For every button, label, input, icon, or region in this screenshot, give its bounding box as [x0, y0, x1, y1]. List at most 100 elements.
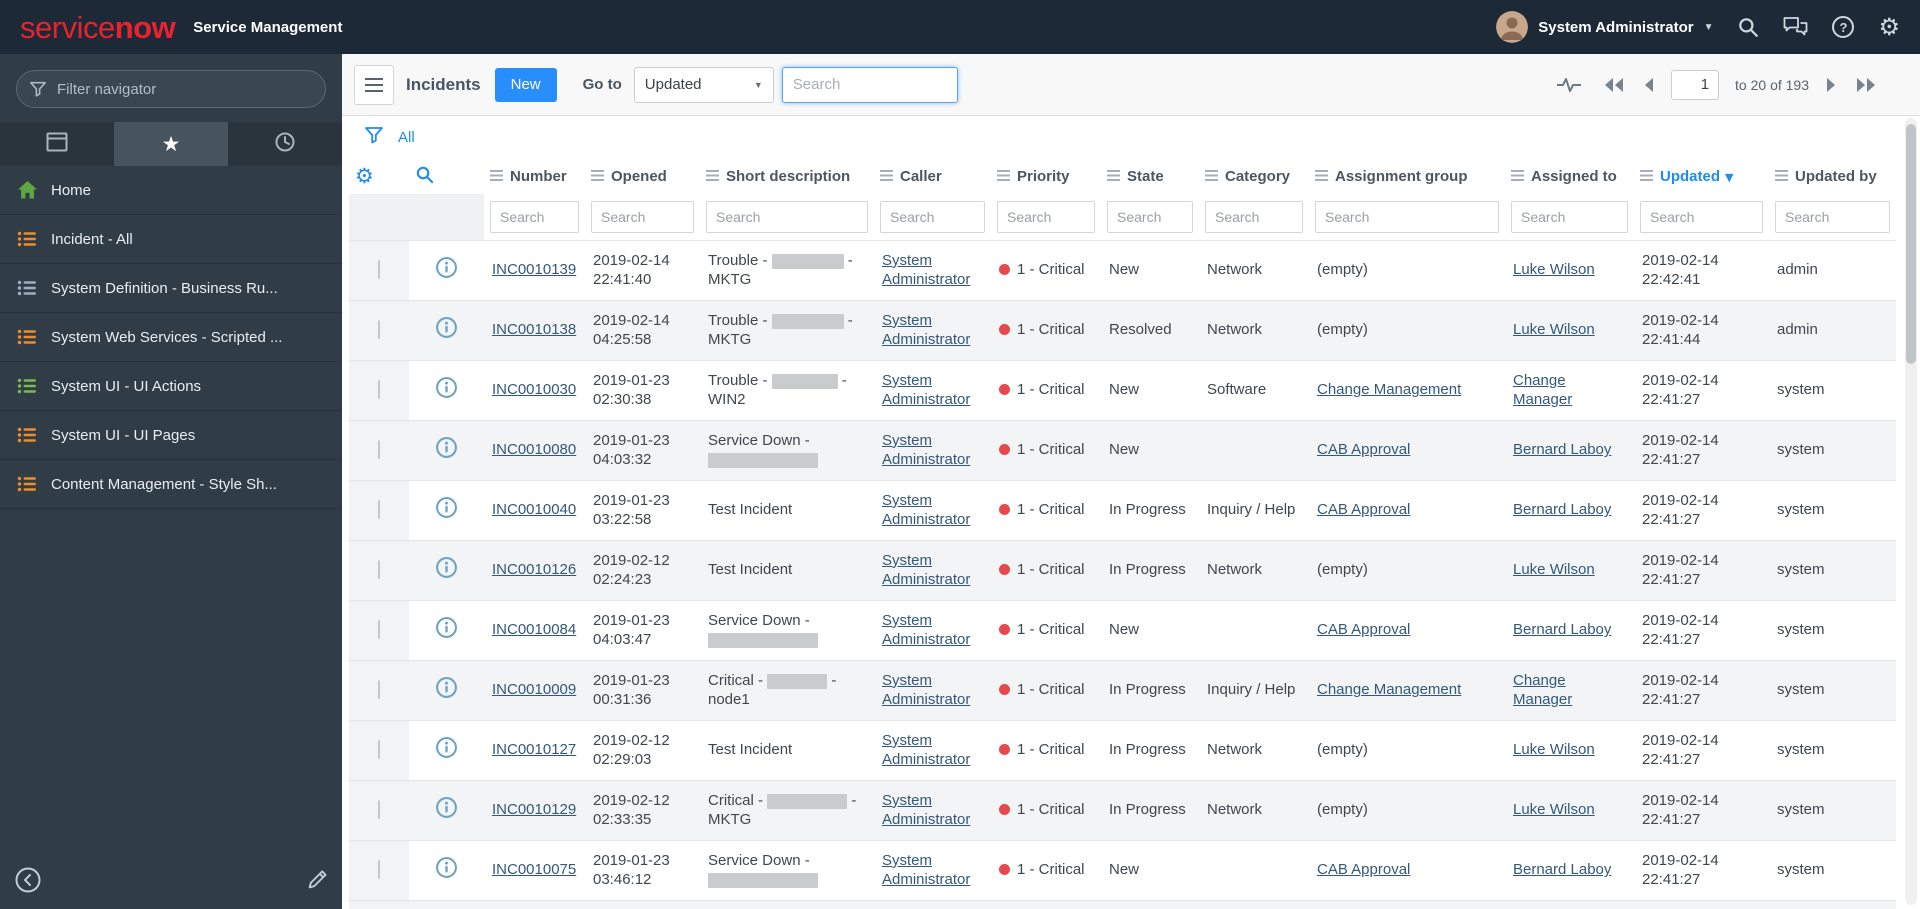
row-checkbox[interactable] — [378, 380, 380, 400]
column-header-label[interactable]: Number — [510, 168, 567, 185]
sidebar-item[interactable]: System Definition - Business Ru... — [0, 264, 342, 313]
record-preview-info-icon[interactable] — [435, 676, 458, 703]
column-search-input[interactable] — [490, 200, 579, 233]
record-preview-info-icon[interactable] — [435, 496, 458, 523]
column-header-label[interactable]: Assigned to — [1531, 168, 1617, 185]
assigned-to-link[interactable]: Luke Wilson — [1513, 801, 1595, 818]
column-context-icon[interactable] — [706, 169, 719, 181]
column-search-input[interactable] — [591, 200, 694, 233]
column-search-input[interactable] — [1775, 200, 1890, 233]
row-checkbox[interactable] — [378, 320, 380, 340]
chat-icon[interactable] — [1783, 16, 1808, 38]
incident-number-link[interactable]: INC0010084 — [492, 621, 576, 638]
column-context-icon[interactable] — [1315, 169, 1328, 181]
assignment-group-link[interactable]: Change Management — [1317, 681, 1461, 698]
incident-number-link[interactable]: INC0010129 — [492, 801, 576, 818]
caller-link[interactable]: System Administrator — [882, 732, 970, 768]
assigned-to-link[interactable]: Bernard Laboy — [1513, 861, 1611, 878]
scrollbar-thumb[interactable] — [1906, 124, 1916, 364]
vertical-scrollbar[interactable] — [1905, 118, 1917, 905]
column-context-icon[interactable] — [490, 169, 503, 181]
column-search-input[interactable] — [1511, 200, 1628, 233]
caller-link[interactable]: System Administrator — [882, 612, 970, 648]
record-preview-info-icon[interactable] — [435, 796, 458, 823]
help-icon[interactable]: ? — [1832, 16, 1855, 38]
search-icon[interactable] — [1737, 16, 1759, 38]
assignment-group-link[interactable]: Change Management — [1317, 381, 1461, 398]
caller-link[interactable]: System Administrator — [882, 852, 970, 888]
assignment-group-link[interactable]: CAB Approval — [1317, 621, 1410, 638]
assignment-group-link[interactable]: CAB Approval — [1317, 441, 1410, 458]
edit-favorites-pencil-icon[interactable] — [307, 869, 328, 895]
incident-number-link[interactable]: INC0010127 — [492, 741, 576, 758]
column-context-icon[interactable] — [997, 169, 1010, 181]
assigned-to-link[interactable]: Bernard Laboy — [1513, 441, 1611, 458]
incident-number-link[interactable]: INC0010009 — [492, 681, 576, 698]
caller-link[interactable]: System Administrator — [882, 672, 970, 708]
incident-number-link[interactable]: INC0010030 — [492, 381, 576, 398]
row-checkbox[interactable] — [378, 680, 380, 700]
record-preview-info-icon[interactable] — [435, 616, 458, 643]
breadcrumb-all-link[interactable]: All — [398, 129, 415, 146]
column-search-input[interactable] — [1205, 200, 1303, 233]
record-preview-info-icon[interactable] — [435, 376, 458, 403]
column-context-icon[interactable] — [1640, 169, 1653, 181]
filter-navigator-input[interactable] — [16, 70, 326, 108]
caller-link[interactable]: System Administrator — [882, 552, 970, 588]
caller-link[interactable]: System Administrator — [882, 432, 970, 468]
caller-link[interactable]: System Administrator — [882, 792, 970, 828]
incident-number-link[interactable]: INC0010126 — [492, 561, 576, 578]
assignment-group-link[interactable]: CAB Approval — [1317, 501, 1410, 518]
tab-all-applications[interactable] — [0, 122, 114, 166]
sidebar-item[interactable]: System UI - UI Pages — [0, 411, 342, 460]
assigned-to-link[interactable]: Luke Wilson — [1513, 741, 1595, 758]
record-preview-info-icon[interactable] — [435, 556, 458, 583]
last-page-icon[interactable] — [1854, 77, 1878, 93]
column-search-input[interactable] — [1315, 200, 1499, 233]
sidebar-item[interactable]: System Web Services - Scripted ... — [0, 313, 342, 362]
column-context-icon[interactable] — [1511, 169, 1524, 181]
column-header-label[interactable]: Assignment group — [1335, 168, 1468, 185]
tab-favorites[interactable]: ★ — [114, 122, 228, 166]
row-checkbox[interactable] — [378, 860, 380, 880]
assignment-group-link[interactable]: CAB Approval — [1317, 861, 1410, 878]
assigned-to-link[interactable]: Luke Wilson — [1513, 261, 1595, 278]
sidebar-item[interactable]: Incident - All — [0, 215, 342, 264]
sidebar-item[interactable]: Home — [0, 166, 342, 215]
record-preview-info-icon[interactable] — [435, 856, 458, 883]
assigned-to-link[interactable]: Change Manager — [1513, 372, 1572, 408]
assigned-to-link[interactable]: Luke Wilson — [1513, 561, 1595, 578]
assigned-to-link[interactable]: Luke Wilson — [1513, 321, 1595, 338]
column-search-input[interactable] — [1107, 200, 1193, 233]
activity-pulse-icon[interactable] — [1556, 76, 1582, 94]
column-context-icon[interactable] — [1107, 169, 1120, 181]
gear-icon[interactable]: ⚙ — [1878, 15, 1900, 39]
incident-number-link[interactable]: INC0010139 — [492, 261, 576, 278]
new-button[interactable]: New — [494, 67, 557, 102]
filter-funnel-icon[interactable] — [364, 125, 384, 150]
row-checkbox[interactable] — [378, 800, 380, 820]
column-header-label[interactable]: Updated by — [1795, 168, 1877, 185]
user-menu[interactable]: System Administrator ▼ — [1496, 11, 1713, 43]
column-search-input[interactable] — [997, 200, 1095, 233]
next-page-icon[interactable] — [1825, 77, 1838, 93]
page-number-input[interactable] — [1671, 69, 1720, 100]
personalize-list-gear-icon[interactable]: ⚙ — [355, 164, 374, 188]
record-preview-info-icon[interactable] — [435, 436, 458, 463]
record-preview-info-icon[interactable] — [435, 256, 458, 283]
column-context-icon[interactable] — [880, 169, 893, 181]
tab-history[interactable] — [228, 122, 342, 166]
column-header-label[interactable]: State — [1127, 168, 1164, 185]
column-context-icon[interactable] — [591, 169, 604, 181]
record-preview-info-icon[interactable] — [435, 316, 458, 343]
row-checkbox[interactable] — [378, 560, 380, 580]
row-checkbox[interactable] — [378, 620, 380, 640]
column-header-label[interactable]: Short description — [726, 168, 850, 185]
assigned-to-link[interactable]: Bernard Laboy — [1513, 621, 1611, 638]
record-preview-info-icon[interactable] — [435, 736, 458, 763]
incident-number-link[interactable]: INC0010080 — [492, 441, 576, 458]
list-search-input[interactable] — [781, 66, 958, 103]
caller-link[interactable]: System Administrator — [882, 492, 970, 528]
collapse-sidebar-icon[interactable] — [14, 866, 42, 899]
caller-link[interactable]: System Administrator — [882, 312, 970, 348]
